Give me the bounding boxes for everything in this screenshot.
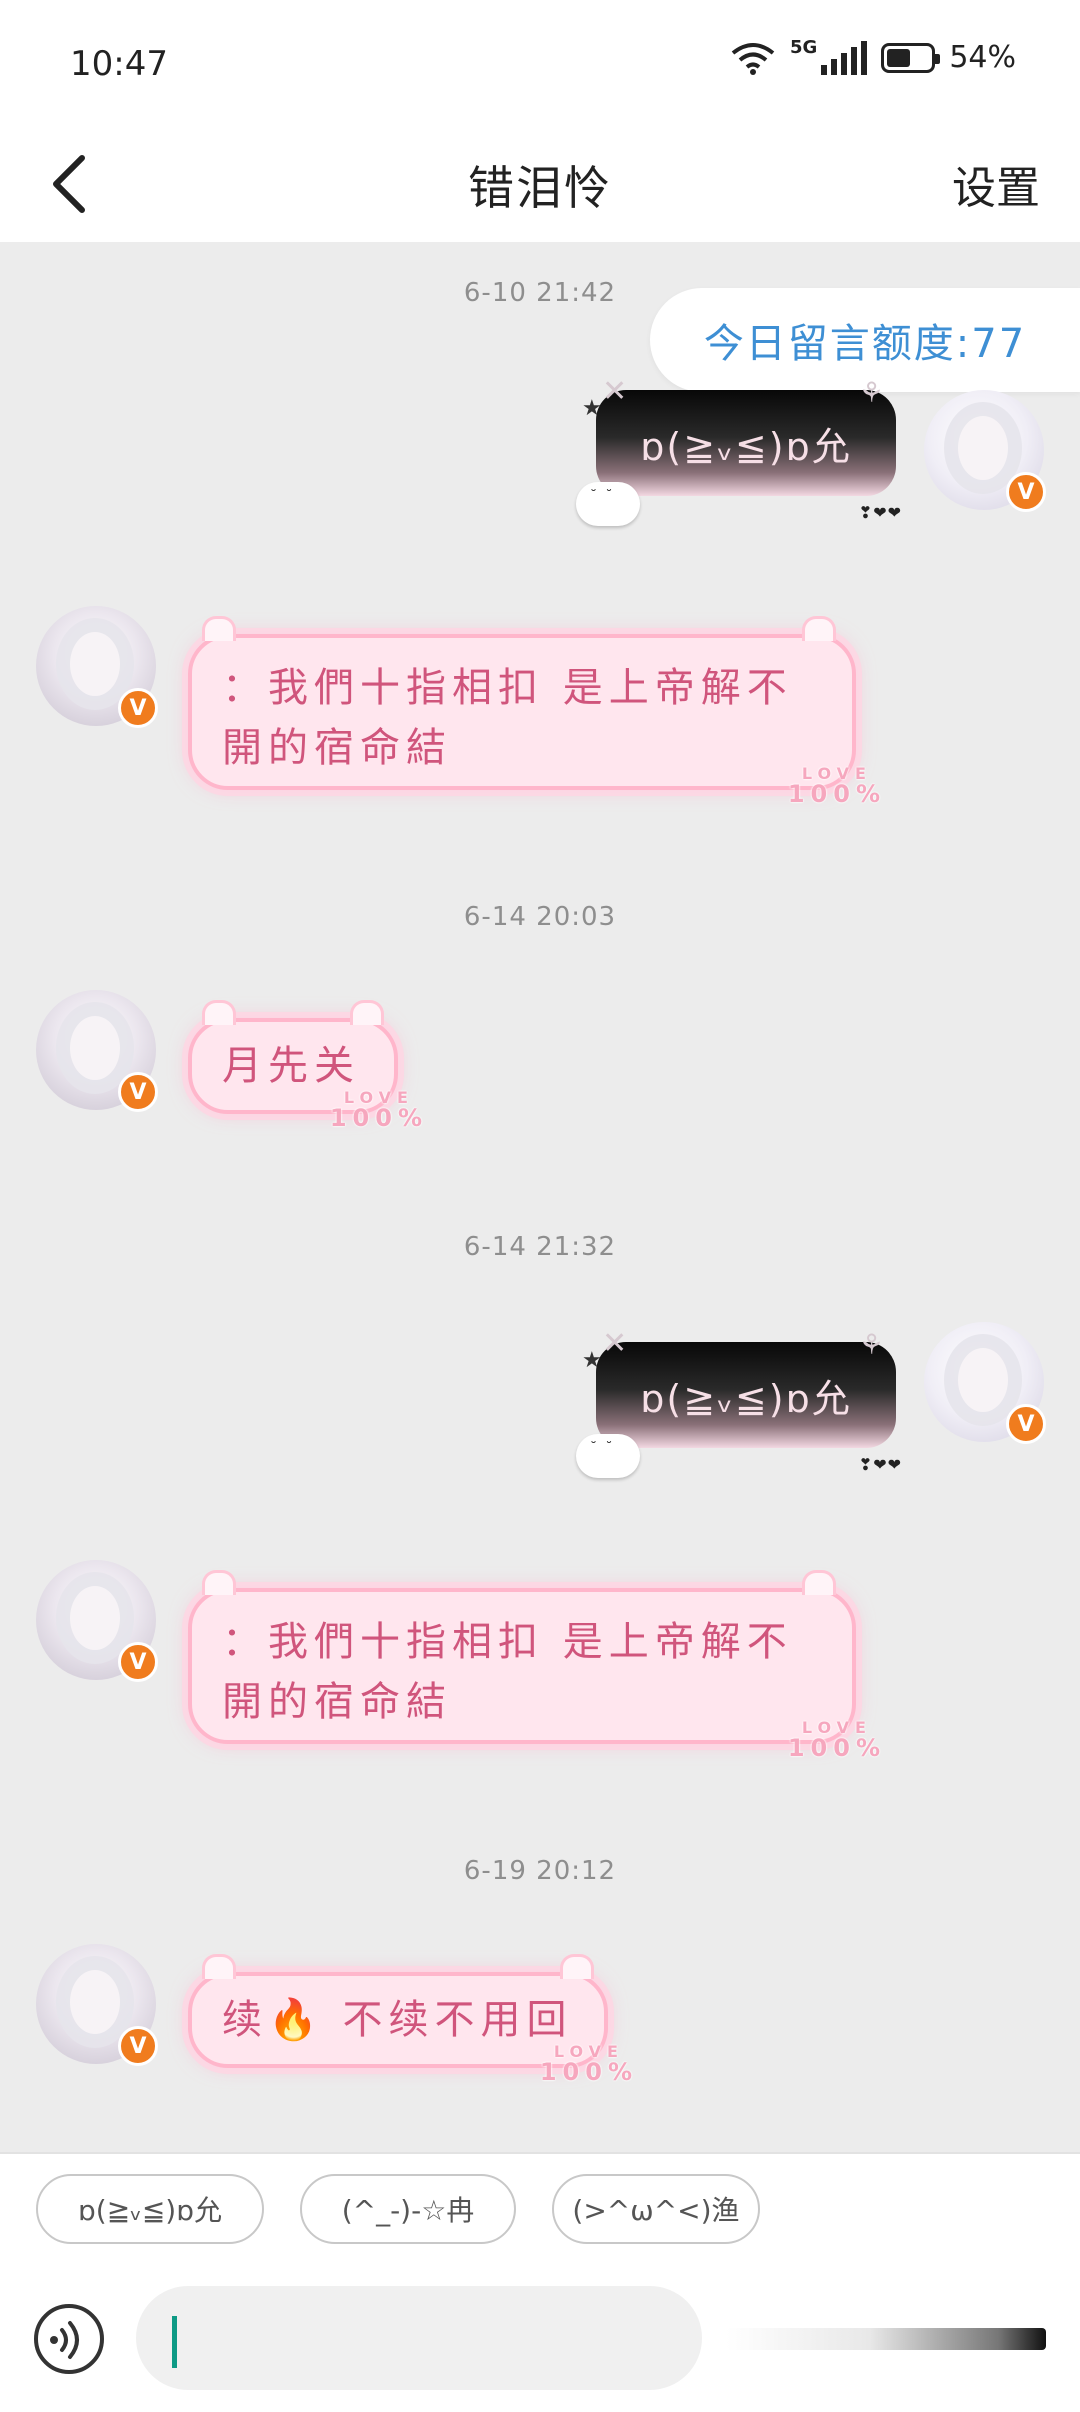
cell-signal-icon (821, 40, 868, 75)
love-100-badge: LOVE 100% (787, 764, 886, 808)
hearts-decoration-icon: ❣❤❤ (858, 1455, 902, 1474)
message-text-line: 開的宿命結 (222, 725, 452, 771)
ribbon-decoration-icon: ⚘ (858, 1328, 886, 1361)
avatar[interactable]: V (36, 1944, 158, 2066)
love-100-badge: LOVE 100% (539, 2042, 638, 2086)
verified-badge: V (118, 688, 158, 728)
message-bubble[interactable]: ：我們十指相扣 是上帝解不 開的宿命結 LOVE 100% (188, 1570, 880, 1760)
send-area-gradient (726, 2328, 1046, 2350)
message-text-line: ：我們十指相扣 是上帝解不 (222, 665, 793, 711)
status-bar: 10:47 5G 54% (0, 0, 1080, 130)
star-decoration-icon: ★ (582, 396, 604, 421)
avatar[interactable]: V (924, 390, 1046, 512)
message-text-line: ：我們十指相扣 是上帝解不 (222, 1619, 793, 1665)
message-bubble[interactable]: ✕ ⚘ ★ ɒ(≧ᵥ≦)ɒ允 ❣❤❤ (576, 1326, 901, 1478)
message-bubble[interactable]: ：我們十指相扣 是上帝解不 開的宿命結 LOVE 100% (188, 616, 880, 806)
status-time: 10:47 (70, 44, 168, 84)
avatar[interactable]: V (36, 990, 158, 1112)
message-text: 续🔥 不续不用回 (222, 1997, 573, 2043)
quick-reply-bar: ɒ(≧ᵥ≦)ɒ允 (^_-)-☆冉 (>^ω^<)渔 (0, 2152, 1080, 2274)
verified-badge: V (118, 1642, 158, 1682)
message-text-line: 開的宿命結 (222, 1679, 452, 1725)
battery-percent: 54% (949, 40, 1016, 75)
page-title: 错泪怜 (468, 161, 612, 215)
wifi-icon (731, 42, 775, 75)
bow-decoration-icon: ✕ (602, 374, 630, 409)
message-input-bar (0, 2272, 1080, 2412)
avatar[interactable]: V (36, 1560, 158, 1682)
verified-badge: V (118, 2026, 158, 2066)
chat-header: 错泪怜 设置 (0, 130, 1080, 242)
star-decoration-icon: ★ (582, 1348, 604, 1373)
chat-message-list[interactable]: 6-10 21:42 今日留言额度:77 ✕ ⚘ ★ ɒ(≧ᵥ≦)ɒ允 ❣❤❤ … (0, 242, 1080, 2152)
text-caret (172, 2316, 177, 2368)
voice-wave-icon[interactable] (34, 2304, 104, 2374)
message-input[interactable] (136, 2286, 702, 2390)
network-type: 5G (790, 37, 818, 58)
hearts-decoration-icon: ❣❤❤ (858, 503, 902, 522)
love-100-badge: LOVE 100% (329, 1088, 428, 1132)
message-text: ɒ(≧ᵥ≦)ɒ允 (640, 424, 852, 469)
message-text: ɒ(≧ᵥ≦)ɒ允 (640, 1376, 852, 1421)
quick-reply-chip[interactable]: (^_-)-☆冉 (300, 2174, 516, 2244)
message-timestamp: 6-19 20:12 (463, 1856, 617, 1886)
quick-reply-chip[interactable]: (>^ω^<)渔 (552, 2174, 760, 2244)
verified-badge: V (1006, 472, 1046, 512)
ribbon-decoration-icon: ⚘ (858, 376, 886, 409)
verified-badge: V (118, 1072, 158, 1112)
status-icons: 5G 54% (730, 37, 1016, 75)
message-text: 月先关 (222, 1043, 360, 1089)
battery-icon (881, 42, 941, 73)
love-100-badge: LOVE 100% (787, 1718, 886, 1762)
settings-button[interactable]: 设置 (952, 152, 1040, 216)
message-timestamp: 6-14 20:03 (463, 902, 617, 932)
message-bubble[interactable]: 续🔥 不续不用回 LOVE 100% (188, 1954, 632, 2084)
quick-reply-chip[interactable]: ɒ(≧ᵥ≦)ɒ允 (36, 2174, 264, 2244)
avatar[interactable]: V (36, 606, 158, 728)
cloud-decoration-icon (576, 482, 640, 526)
message-bubble[interactable]: 月先关 LOVE 100% (188, 1000, 422, 1130)
verified-badge: V (1006, 1404, 1046, 1444)
message-timestamp: 6-14 21:32 (463, 1232, 617, 1262)
bow-decoration-icon: ✕ (602, 1326, 630, 1361)
message-bubble[interactable]: ✕ ⚘ ★ ɒ(≧ᵥ≦)ɒ允 ❣❤❤ (576, 374, 901, 526)
avatar[interactable]: V (924, 1322, 1046, 1444)
cloud-decoration-icon (576, 1434, 640, 1478)
